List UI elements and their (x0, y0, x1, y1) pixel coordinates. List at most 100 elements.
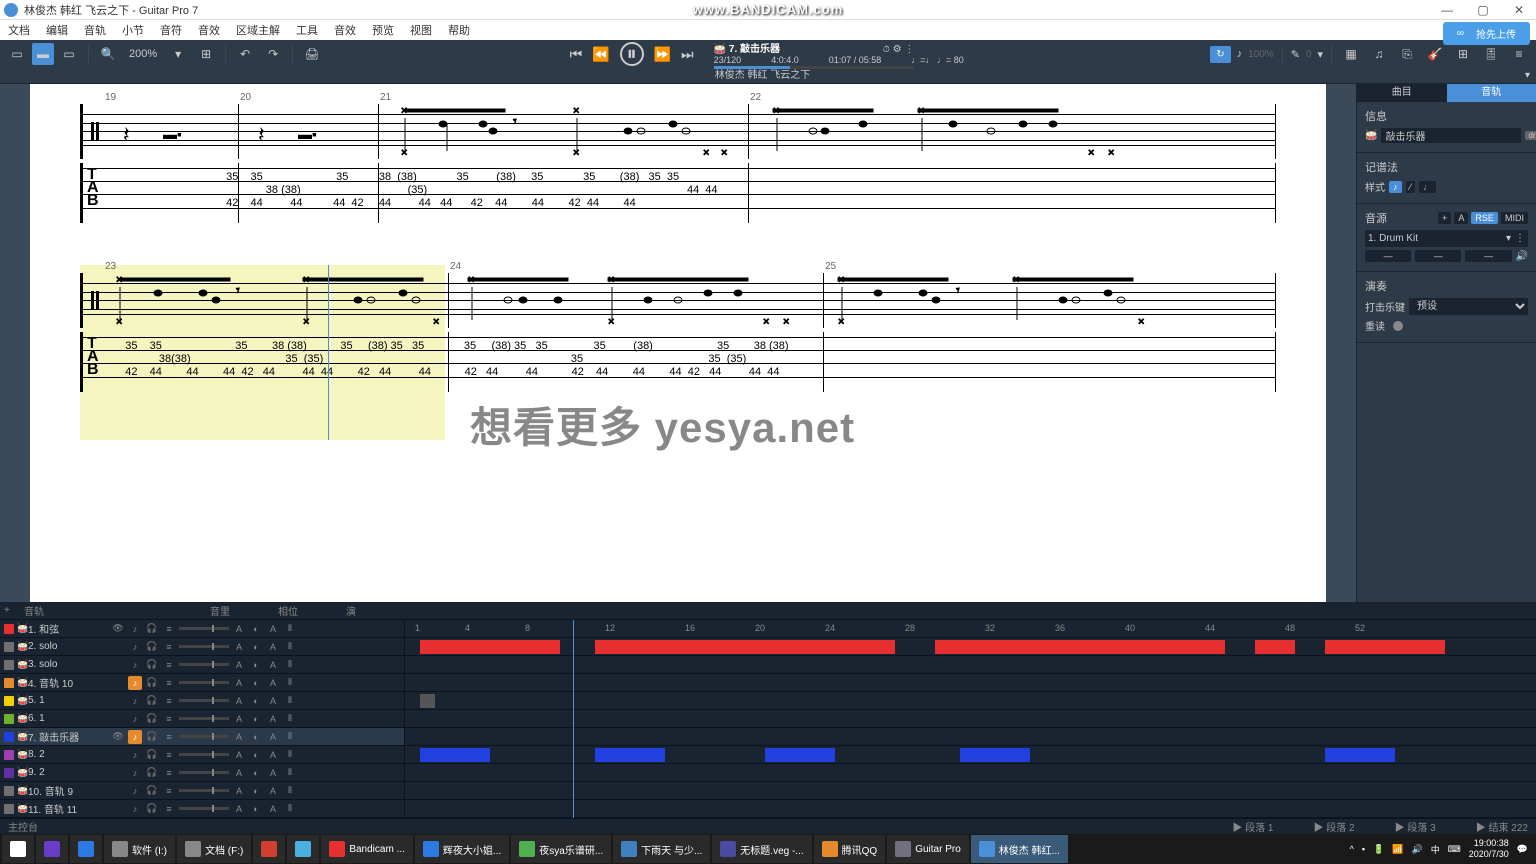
eq-button[interactable]: ≡ (162, 766, 176, 780)
clip[interactable] (595, 748, 665, 762)
mute-button[interactable]: 🎧 (145, 748, 159, 762)
track-row[interactable]: 🥁 4. 音轨 10 ♪ 🎧 ≡ A ◐ A ⦀ (0, 674, 404, 692)
volume-slider[interactable] (179, 627, 229, 630)
automation-a[interactable]: A (232, 676, 246, 690)
track-row[interactable]: 🥁 11. 音轨 11 ♪ 🎧 ≡ A ◐ A ⦀ (0, 800, 404, 818)
automation-b[interactable]: A (266, 730, 280, 744)
tab-track[interactable]: 音轨 (1447, 84, 1536, 102)
solo-button[interactable]: ♪ (128, 640, 142, 654)
tray-ime[interactable]: 中 (1431, 843, 1440, 856)
strike-select[interactable]: 预设 (1409, 298, 1528, 315)
sound-dropdown[interactable]: ▾ (1506, 233, 1511, 244)
visibility-toggle[interactable] (111, 658, 125, 672)
track-row[interactable]: 🥁 2. solo ♪ 🎧 ≡ A ◐ A ⦀ (0, 638, 404, 656)
panel-btn-7[interactable]: ≡ (1508, 43, 1530, 65)
clip[interactable] (420, 694, 435, 708)
notation-slash[interactable]: ⁄ (1406, 181, 1416, 193)
output-icon[interactable]: ⦀ (283, 766, 297, 780)
solo-button[interactable]: ♪ (128, 784, 142, 798)
panel-btn-2[interactable]: ♫ (1368, 43, 1390, 65)
track-row[interactable]: 🥁 6. 1 ♪ 🎧 ≡ A ◐ A ⦀ (0, 710, 404, 728)
rewind-button[interactable]: ⏪ (592, 46, 609, 63)
loop-button[interactable]: ↻ (1210, 46, 1230, 63)
volume-slider[interactable] (179, 681, 229, 684)
zoom-level[interactable]: 200% (125, 48, 161, 60)
mute-button[interactable]: 🎧 (145, 712, 159, 726)
solo-button[interactable]: ♪ (128, 676, 142, 690)
visibility-toggle[interactable] (111, 694, 125, 708)
automation-b[interactable]: A (266, 748, 280, 762)
solo-button[interactable]: ♪ (128, 730, 142, 744)
minimize-button[interactable]: — (1434, 1, 1460, 19)
menu-preview[interactable]: 预览 (368, 20, 398, 40)
print-button[interactable]: 🖨 (301, 43, 323, 65)
volume-slider[interactable] (179, 645, 229, 648)
visibility-toggle[interactable]: 👁 (111, 730, 125, 744)
menu-file[interactable]: 文档 (4, 20, 34, 40)
taskbar-item[interactable]: 无标题.veg -... (712, 835, 811, 863)
tray-icon[interactable]: ▪ (1362, 844, 1365, 854)
output-icon[interactable]: ⦀ (283, 748, 297, 762)
clip[interactable] (420, 748, 490, 762)
track-row[interactable]: 🥁 8. 2 ♪ 🎧 ≡ A ◐ A ⦀ (0, 746, 404, 764)
pan-knob[interactable]: ◐ (249, 658, 263, 672)
midi-button[interactable]: MIDI (1501, 212, 1528, 224)
more-icon[interactable]: ⋮ (904, 44, 914, 55)
mute-button[interactable]: 🎧 (145, 784, 159, 798)
panel-btn-6[interactable]: 🎚 (1480, 43, 1502, 65)
timeline-track[interactable] (405, 638, 1536, 656)
automation-b[interactable]: A (266, 676, 280, 690)
panel-btn-1[interactable]: ▦ (1340, 43, 1362, 65)
taskbar-item[interactable] (2, 835, 34, 863)
pan-knob[interactable]: ◐ (249, 622, 263, 636)
timeline-track[interactable] (405, 764, 1536, 782)
pan-knob[interactable]: ◐ (249, 730, 263, 744)
taskbar-item[interactable]: Guitar Pro (887, 835, 969, 863)
taskbar-item[interactable]: Bandicam ... (321, 835, 413, 863)
chevron-down-icon[interactable]: ▾ (1525, 68, 1530, 84)
menu-edit[interactable]: 编辑 (42, 20, 72, 40)
pan-knob[interactable]: ◐ (249, 694, 263, 708)
zoom-dropdown[interactable]: ▾ (167, 43, 189, 65)
timeline-track[interactable] (405, 656, 1536, 674)
menu-bar[interactable]: 小节 (118, 20, 148, 40)
notation-tab[interactable]: ♩ (1419, 181, 1436, 193)
automation-a[interactable]: A (232, 730, 246, 744)
track-row[interactable]: 🥁 9. 2 ♪ 🎧 ≡ A ◐ A ⦀ (0, 764, 404, 782)
menu-track[interactable]: 音轨 (80, 20, 110, 40)
automation-a[interactable]: A (232, 766, 246, 780)
automation-b[interactable]: A (266, 766, 280, 780)
upload-button[interactable]: ∞抢先上传 (1443, 22, 1530, 45)
mute-button[interactable]: 🎧 (145, 694, 159, 708)
rse-button[interactable]: RSE (1471, 212, 1498, 224)
eq-button[interactable]: ≡ (162, 658, 176, 672)
visibility-toggle[interactable] (111, 802, 125, 816)
add-track-button[interactable]: + (4, 605, 16, 616)
visibility-toggle[interactable] (111, 748, 125, 762)
visibility-toggle[interactable]: 👁 (111, 622, 125, 636)
output-icon[interactable]: ⦀ (283, 694, 297, 708)
menu-view[interactable]: 视图 (406, 20, 436, 40)
notation-standard[interactable]: ♪ (1389, 181, 1402, 193)
volume-slider[interactable] (179, 807, 229, 810)
sound-name[interactable]: 1. Drum Kit (1368, 233, 1418, 244)
redo-button[interactable]: ↷ (262, 43, 284, 65)
eq-button[interactable]: ≡ (162, 640, 176, 654)
output-icon[interactable]: ⦀ (283, 712, 297, 726)
timeline-track[interactable] (405, 782, 1536, 800)
mute-button[interactable]: 🎧 (145, 802, 159, 816)
automation-a[interactable]: A (232, 658, 246, 672)
automation-a[interactable]: A (232, 622, 246, 636)
output-icon[interactable]: ⦀ (283, 784, 297, 798)
volume-slider[interactable] (179, 789, 229, 792)
pan-knob[interactable]: ◐ (249, 802, 263, 816)
menu-effects[interactable]: 音效 (194, 20, 224, 40)
track-row[interactable]: 🥁 3. solo ♪ 🎧 ≡ A ◐ A ⦀ (0, 656, 404, 674)
taskbar-item[interactable]: 下雨天 与少... (613, 835, 710, 863)
mute-button[interactable]: 🎧 (145, 766, 159, 780)
output-icon[interactable]: ⦀ (283, 640, 297, 654)
menu-note[interactable]: 音符 (156, 20, 186, 40)
timeline-track[interactable] (405, 674, 1536, 692)
taskbar-item[interactable]: 辉夜大小姐... (415, 835, 509, 863)
timeline-track[interactable] (405, 800, 1536, 818)
